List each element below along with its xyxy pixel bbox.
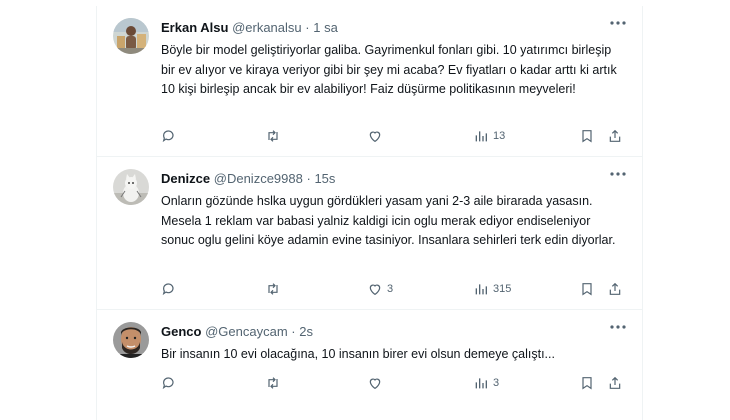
views-button[interactable]: 3: [473, 374, 499, 392]
like-button[interactable]: 3: [367, 280, 393, 298]
bookmark-icon: [582, 130, 592, 143]
tweet-header: Erkan Alsu @erkanalsu · 1 sa: [161, 20, 338, 35]
separator-dot: ·: [305, 20, 310, 35]
timestamp[interactable]: 2s: [299, 324, 313, 339]
retweet-icon: [268, 130, 278, 142]
retweet-button[interactable]: [265, 374, 285, 392]
timestamp[interactable]: 1 sa: [313, 20, 338, 35]
tweet-actions: 3 315: [161, 280, 631, 298]
views-button[interactable]: 315: [473, 280, 511, 298]
reply-icon: [162, 283, 174, 296]
bookmark-icon: [582, 283, 592, 296]
more-icon[interactable]: [608, 320, 628, 334]
tweet-text: Bir insanın 10 evi olacağına, 10 insanın…: [161, 347, 555, 361]
reply-icon: [162, 377, 174, 390]
retweet-button[interactable]: [265, 280, 285, 298]
like-count: 3: [387, 283, 394, 295]
tweet-text: Böyle bir model geliştiriyorlar galiba. …: [161, 43, 617, 96]
views-count: 3: [493, 377, 500, 389]
like-icon: [369, 131, 381, 143]
like-icon: [369, 378, 381, 390]
share-icon: [609, 376, 621, 389]
tweet-text: Onların gözünde hslka uygun gördükleri y…: [161, 194, 616, 247]
bookmark-button[interactable]: [579, 280, 595, 298]
display-name[interactable]: Denizce: [161, 171, 210, 186]
handle[interactable]: @Gencaycam: [205, 324, 288, 339]
views-icon: [475, 378, 487, 389]
avatar-erkan-alsu[interactable]: [113, 18, 149, 54]
tweet-erkan-alsu[interactable]: Erkan Alsu @erkanalsu · 1 sa Böyle bir m…: [97, 6, 642, 157]
reply-button[interactable]: [161, 280, 181, 298]
reply-button[interactable]: [161, 374, 181, 392]
tweet-header: Denizce @Denizce9988 · 15s: [161, 171, 335, 186]
like-button[interactable]: [367, 127, 387, 145]
share-button[interactable]: [607, 127, 623, 145]
views-icon: [475, 131, 487, 142]
bookmark-button[interactable]: [579, 374, 595, 392]
like-button[interactable]: [367, 374, 387, 392]
bookmark-button[interactable]: [579, 127, 595, 145]
tweet-feed: Erkan Alsu @erkanalsu · 1 sa Böyle bir m…: [96, 6, 643, 420]
views-button[interactable]: 13: [473, 127, 505, 145]
views-icon: [475, 284, 487, 295]
tweet-header: Genco @Gencaycam · 2s: [161, 324, 313, 339]
avatar-denizce[interactable]: [113, 169, 149, 205]
bookmark-icon: [582, 377, 592, 390]
share-button[interactable]: [607, 374, 623, 392]
retweet-icon: [268, 377, 278, 389]
tweet-denizce[interactable]: Denizce @Denizce9988 · 15s Onların gözün…: [97, 157, 642, 310]
handle[interactable]: @erkanalsu: [232, 20, 302, 35]
timestamp[interactable]: 15s: [314, 171, 335, 186]
retweet-icon: [268, 283, 278, 295]
retweet-button[interactable]: [265, 127, 285, 145]
avatar-genco[interactable]: [113, 322, 149, 358]
reply-icon: [162, 130, 174, 143]
tweet-genco[interactable]: Genco @Gencaycam · 2s Bir insanın 10 evi…: [97, 310, 642, 420]
display-name[interactable]: Erkan Alsu: [161, 20, 228, 35]
more-icon[interactable]: [608, 16, 628, 30]
share-icon: [609, 282, 621, 295]
views-count: 13: [493, 130, 506, 142]
share-button[interactable]: [607, 280, 623, 298]
display-name[interactable]: Genco: [161, 324, 201, 339]
reply-button[interactable]: [161, 127, 181, 145]
share-icon: [609, 129, 621, 142]
tweet-actions: 13: [161, 127, 631, 145]
separator-dot: ·: [306, 171, 311, 186]
more-icon[interactable]: [608, 167, 628, 181]
separator-dot: ·: [291, 324, 296, 339]
handle[interactable]: @Denizce9988: [214, 171, 303, 186]
like-icon: [369, 284, 381, 296]
views-count: 315: [493, 283, 512, 295]
tweet-actions: 3: [161, 374, 631, 392]
